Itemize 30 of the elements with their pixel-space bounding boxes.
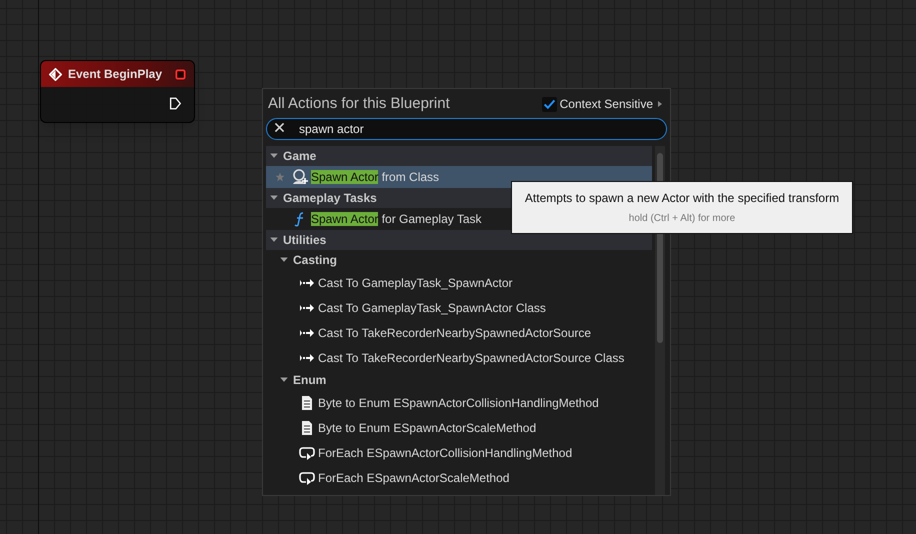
action-item[interactable]: Byte to Enum ESpawnActorScaleMethod (266, 415, 652, 440)
menu-title: All Actions for this Blueprint (268, 94, 451, 114)
exec-pin-icon (168, 96, 182, 111)
event-diamond-icon (49, 68, 62, 80)
context-checkbox[interactable] (542, 96, 557, 112)
action-item[interactable]: ForEach ESpawnActorCollisionHandlingMethod (266, 440, 652, 465)
expand-arrow-icon (656, 99, 664, 109)
category-row[interactable]: Game (266, 146, 652, 166)
loop-icon (299, 470, 315, 486)
tooltip-hint: hold (Ctrl + Alt) for more (628, 212, 736, 226)
action-item[interactable]: Byte to Enum ESpawnActorCollisionHandlingMethod (266, 390, 652, 415)
action-item[interactable]: Cast To GameplayTask_SpawnActor (266, 270, 652, 295)
star-icon (275, 172, 285, 182)
delegate-pin-icon (175, 68, 186, 80)
action-item[interactable]: Cast To GameplayTask_SpawnActor Class (266, 295, 652, 320)
search-field[interactable]: spawn actor (266, 118, 667, 140)
enum-document-icon (299, 420, 315, 436)
action-item[interactable]: Cast To TakeRecorderNearbySpawnedActorSource Class (266, 345, 652, 370)
clear-icon (273, 121, 286, 134)
category-row[interactable]: Casting (266, 250, 652, 270)
spawn-actor-icon (292, 169, 308, 185)
event-node[interactable]: Event BeginPlay (40, 60, 195, 123)
action-item[interactable]: ForEach ESpawnActorScaleMethod (266, 465, 652, 490)
enum-document-icon (299, 394, 315, 410)
action-item[interactable]: Cast To TakeRecorderNearbySpawnedActorSource (266, 320, 652, 345)
category-row[interactable]: Utilities (266, 230, 652, 250)
node-title: Event BeginPlay (68, 66, 164, 83)
context-sensitive-label: Context Sensitive (560, 96, 653, 113)
loop-icon (299, 444, 315, 460)
category-row[interactable]: Enum (266, 370, 652, 390)
